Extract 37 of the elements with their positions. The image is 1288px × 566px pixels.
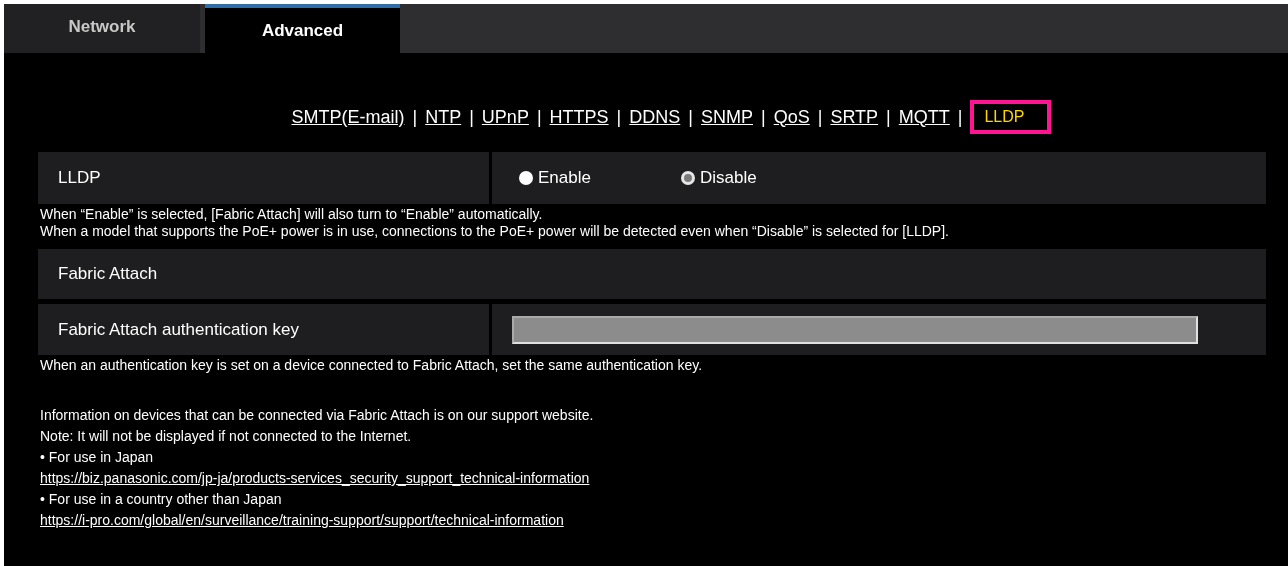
nav-link[interactable]: SMTP(E-mail) (291, 106, 405, 128)
separator: | (817, 106, 823, 128)
radio-button[interactable] (519, 171, 533, 185)
section-header: Fabric Attach (38, 249, 1266, 299)
nav-link[interactable]: HTTPS (549, 106, 609, 128)
radio-button[interactable] (680, 171, 695, 185)
setting-label: LLDP (38, 152, 489, 204)
setting-label: Fabric Attach authentication key (38, 304, 489, 355)
nav-link[interactable]: SNMP (701, 106, 753, 128)
nav-link[interactable]: MQTT (898, 106, 950, 128)
note-text: When a model that supports the PoE+ power is in use, connections to the PoE+ power will be detected even when “Disable” is selected for [LLDP]. (40, 223, 950, 240)
separator: | (536, 106, 542, 128)
separator: | (469, 106, 474, 128)
nav-link[interactable]: SRTP (830, 106, 879, 128)
separator: | (688, 106, 693, 128)
info-text: • For use in Japan (40, 448, 155, 467)
note-text: When an authentication key is set on a device connected to Fabric Attach, set the same authentication key. (40, 357, 704, 374)
nav-link[interactable]: NTP (425, 106, 462, 128)
tab[interactable]: Network (4, 4, 200, 53)
nav-link[interactable]: UPnP (481, 106, 529, 128)
separator: | (886, 106, 891, 128)
info-text: • For use in a country other than Japan (40, 490, 283, 509)
note-text: When “Enable” is selected, [Fabric Attach] will also turn to “Enable” automatically. (40, 206, 544, 223)
info-text: Note: It will not be displayed if not connected to the Internet. (40, 427, 413, 446)
separator: | (616, 106, 622, 128)
nav-link[interactable]: DDNS (629, 106, 681, 128)
separator: | (412, 106, 418, 128)
link[interactable]: https://biz.panasonic.com/jp-ja/products-services_security_support_technical-information (40, 470, 590, 486)
separator: | (761, 106, 766, 128)
separator: | (957, 106, 963, 128)
tab[interactable]: Advanced (205, 4, 400, 53)
nav-link[interactable]: LLDP (970, 100, 1051, 134)
link[interactable]: https://i-pro.com/global/en/surveillance/training-support/support/technical-information (40, 512, 564, 528)
option-label: Disable (699, 168, 757, 188)
info-text: Information on devices that can be connected via Fabric Attach is on our support website. (40, 406, 595, 425)
nav-link[interactable]: QoS (773, 106, 810, 128)
option-label: Enable (538, 168, 591, 188)
